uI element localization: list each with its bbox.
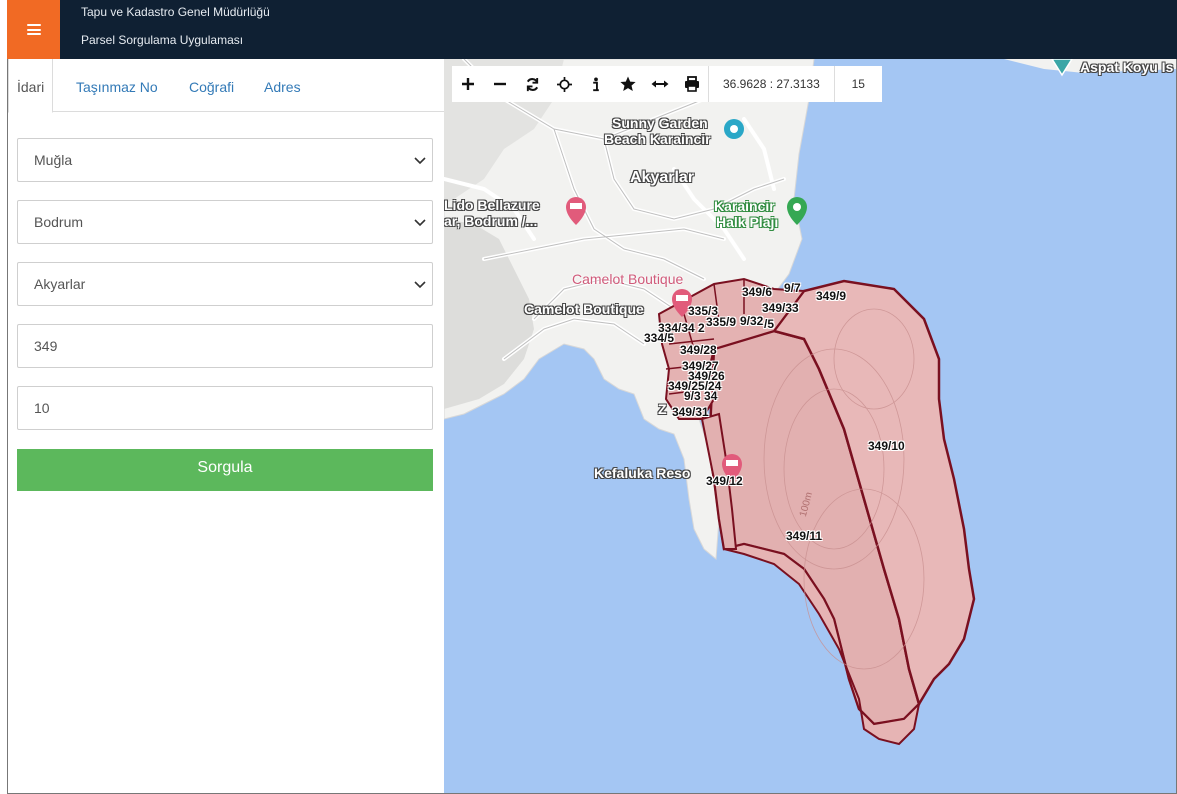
menu-button[interactable]: [7, 0, 60, 59]
block-input[interactable]: 349: [17, 324, 433, 368]
parcel-label-349-32[interactable]: 9/32: [740, 314, 763, 328]
chevron-down-icon: [414, 157, 426, 165]
map-view[interactable]: Sunny Garden Beach Karaincir Akyarlar Li…: [444, 59, 1177, 794]
parcel-label-335-9[interactable]: 335/9: [706, 315, 736, 329]
map-canvas[interactable]: [444, 59, 1177, 794]
query-button[interactable]: Sorgula: [17, 449, 433, 491]
district-value: Bodrum: [34, 214, 84, 230]
info-icon: [593, 76, 599, 91]
camera-poi-icon: [724, 119, 744, 139]
place-label-aspat: Aspat Koyu Is: [1080, 59, 1174, 75]
app-title-line2: Parsel Sorgulama Uygulaması: [81, 33, 244, 47]
parcel-label-349-10[interactable]: 349/10: [868, 439, 905, 453]
star-icon: [620, 76, 636, 91]
place-label-akyarlar: Akyarlar: [630, 169, 695, 186]
tab-cografi[interactable]: Coğrafi: [189, 59, 234, 112]
app-header: Tapu ve Kadastro Genel Müdürlüğü Parsel …: [7, 0, 1177, 59]
coordinate-readout: 36.9628 : 27.3133: [708, 66, 834, 102]
place-label-z: Z: [658, 401, 667, 417]
place-label-sunny-1: Sunny Garden: [612, 115, 708, 131]
tab-idari[interactable]: İdari: [8, 59, 54, 113]
parcel-label-349-31[interactable]: 349/31: [672, 405, 709, 419]
favorite-button[interactable]: [612, 66, 644, 102]
print-icon: [685, 76, 699, 92]
measure-button[interactable]: [644, 66, 676, 102]
parcel-label-349-28[interactable]: 349/28: [680, 343, 717, 357]
parcel-label-349-33[interactable]: 349/33: [762, 301, 799, 315]
measure-icon: [651, 80, 669, 88]
chevron-down-icon: [414, 219, 426, 227]
place-label-lido-2: ar, Bodrum /...: [444, 213, 538, 229]
parcel-input[interactable]: 10: [17, 386, 433, 430]
tab-adres[interactable]: Adres: [264, 59, 301, 112]
neighborhood-select[interactable]: Akyarlar: [17, 262, 433, 306]
parcel-label-349-7[interactable]: 9/7: [784, 281, 801, 295]
parcel-label-349-12[interactable]: 349/12: [706, 474, 743, 488]
query-sidebar: İdari Taşınmaz No Coğrafi Adres Muğla Bo…: [7, 59, 444, 794]
refresh-icon: [526, 77, 538, 91]
place-label-camelot: Camelot Boutique: [524, 301, 644, 317]
refresh-button[interactable]: [516, 66, 548, 102]
minus-icon: [494, 82, 506, 86]
hamburger-icon: [26, 24, 41, 35]
place-label-karaincir-2: Halk Plajı: [716, 214, 779, 230]
parcel-label-349-5[interactable]: /5: [764, 317, 774, 331]
parcel-label-334-2[interactable]: 334/34 2: [658, 321, 705, 335]
province-value: Muğla: [34, 152, 73, 168]
parcel-label-349-6[interactable]: 349/6: [742, 285, 772, 299]
query-tabs: İdari Taşınmaz No Coğrafi Adres: [8, 59, 444, 113]
block-value: 349: [34, 338, 58, 354]
parcel-label-349-9[interactable]: 349/9: [816, 289, 846, 303]
app-title-line1: Tapu ve Kadastro Genel Müdürlüğü: [81, 5, 270, 19]
chevron-down-icon: [414, 281, 426, 289]
place-label-camelot-faded: Camelot Boutique: [572, 271, 684, 287]
zoom-level-readout: 15: [833, 66, 882, 102]
parcel-label-349-11[interactable]: 349/11: [786, 529, 822, 543]
parcel-value: 10: [34, 400, 50, 416]
map-toolbar: 36.9628 : 27.3133 15: [452, 66, 882, 102]
place-label-sunny-2: Beach Karaincir: [604, 131, 711, 147]
neighborhood-value: Akyarlar: [34, 276, 86, 292]
province-select[interactable]: Muğla: [17, 138, 433, 182]
place-label-karaincir-1: Karaincir: [714, 198, 775, 214]
parcel-label-349-34[interactable]: 9/3 34: [684, 389, 717, 403]
zoom-out-button[interactable]: [484, 66, 516, 102]
zoom-in-button[interactable]: [452, 66, 484, 102]
place-label-kefaluka: Kefaluka Reso: [594, 465, 691, 481]
district-select[interactable]: Bodrum: [17, 200, 433, 244]
locate-button[interactable]: [548, 66, 580, 102]
info-button[interactable]: [580, 66, 612, 102]
locate-icon: [556, 76, 572, 92]
plus-icon: [462, 78, 474, 90]
tab-tasinmaz-no[interactable]: Taşınmaz No: [76, 59, 158, 112]
print-button[interactable]: [676, 66, 708, 102]
place-label-lido-1: Lido Bellazure: [444, 197, 540, 213]
